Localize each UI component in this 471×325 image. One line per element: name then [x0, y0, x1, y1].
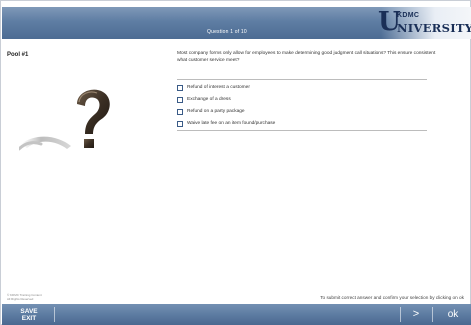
next-button[interactable]: >	[405, 306, 427, 323]
footer-bar: SAVE EXIT > ok	[2, 304, 471, 325]
question-counter: Question 1 of 10	[207, 29, 247, 35]
footer-separator	[54, 307, 55, 322]
ok-button[interactable]: ok	[438, 306, 468, 323]
answer-option-label: Exchange of a dress	[187, 97, 231, 102]
answer-option-label: Waive late fee on an item found/purchase	[187, 121, 276, 126]
footer-separator	[432, 307, 433, 322]
course-window: Question 1 of 10 U KDMC NIVERSITY Pool #…	[0, 0, 471, 325]
copyright-line: All Rights Reserved	[7, 296, 34, 301]
answer-option-label: Refund of interest a customer	[187, 85, 250, 90]
kdmc-university-logo: U KDMC NIVERSITY	[378, 9, 471, 37]
options-top-divider	[177, 79, 427, 80]
answer-option[interactable]: Waive late fee on an item found/purchase	[177, 119, 427, 128]
logo-bottom-text: NIVERSITY	[397, 21, 471, 35]
question-mark-illustration	[19, 89, 110, 151]
footer-separator	[400, 307, 401, 322]
checkbox[interactable]	[177, 120, 183, 127]
logo-top-text: KDMC	[397, 12, 420, 19]
question-prompt: Most company forms only allow for employ…	[177, 51, 436, 63]
options-bottom-divider	[177, 130, 427, 131]
copyright-notice: © KDMC Training Content All Rights Reser…	[7, 293, 42, 301]
checkbox[interactable]	[177, 96, 183, 103]
checkbox[interactable]	[177, 108, 183, 115]
pool-label: Pool #1	[7, 52, 29, 58]
submit-instruction: To submit correct answer and confirm you…	[320, 295, 464, 300]
save-label: SAVE	[20, 308, 38, 315]
answer-option[interactable]: Refund of interest a customer	[177, 83, 427, 92]
exit-label: EXIT	[21, 315, 37, 322]
answer-option[interactable]: Refund on a party package	[177, 107, 427, 116]
checkbox[interactable]	[177, 84, 183, 91]
answer-option[interactable]: Exchange of a dress	[177, 95, 427, 104]
save-exit-button[interactable]: SAVE EXIT	[10, 308, 48, 322]
answer-options: Refund of interest a customer Exchange o…	[177, 79, 427, 131]
answer-option-label: Refund on a party package	[187, 109, 245, 114]
